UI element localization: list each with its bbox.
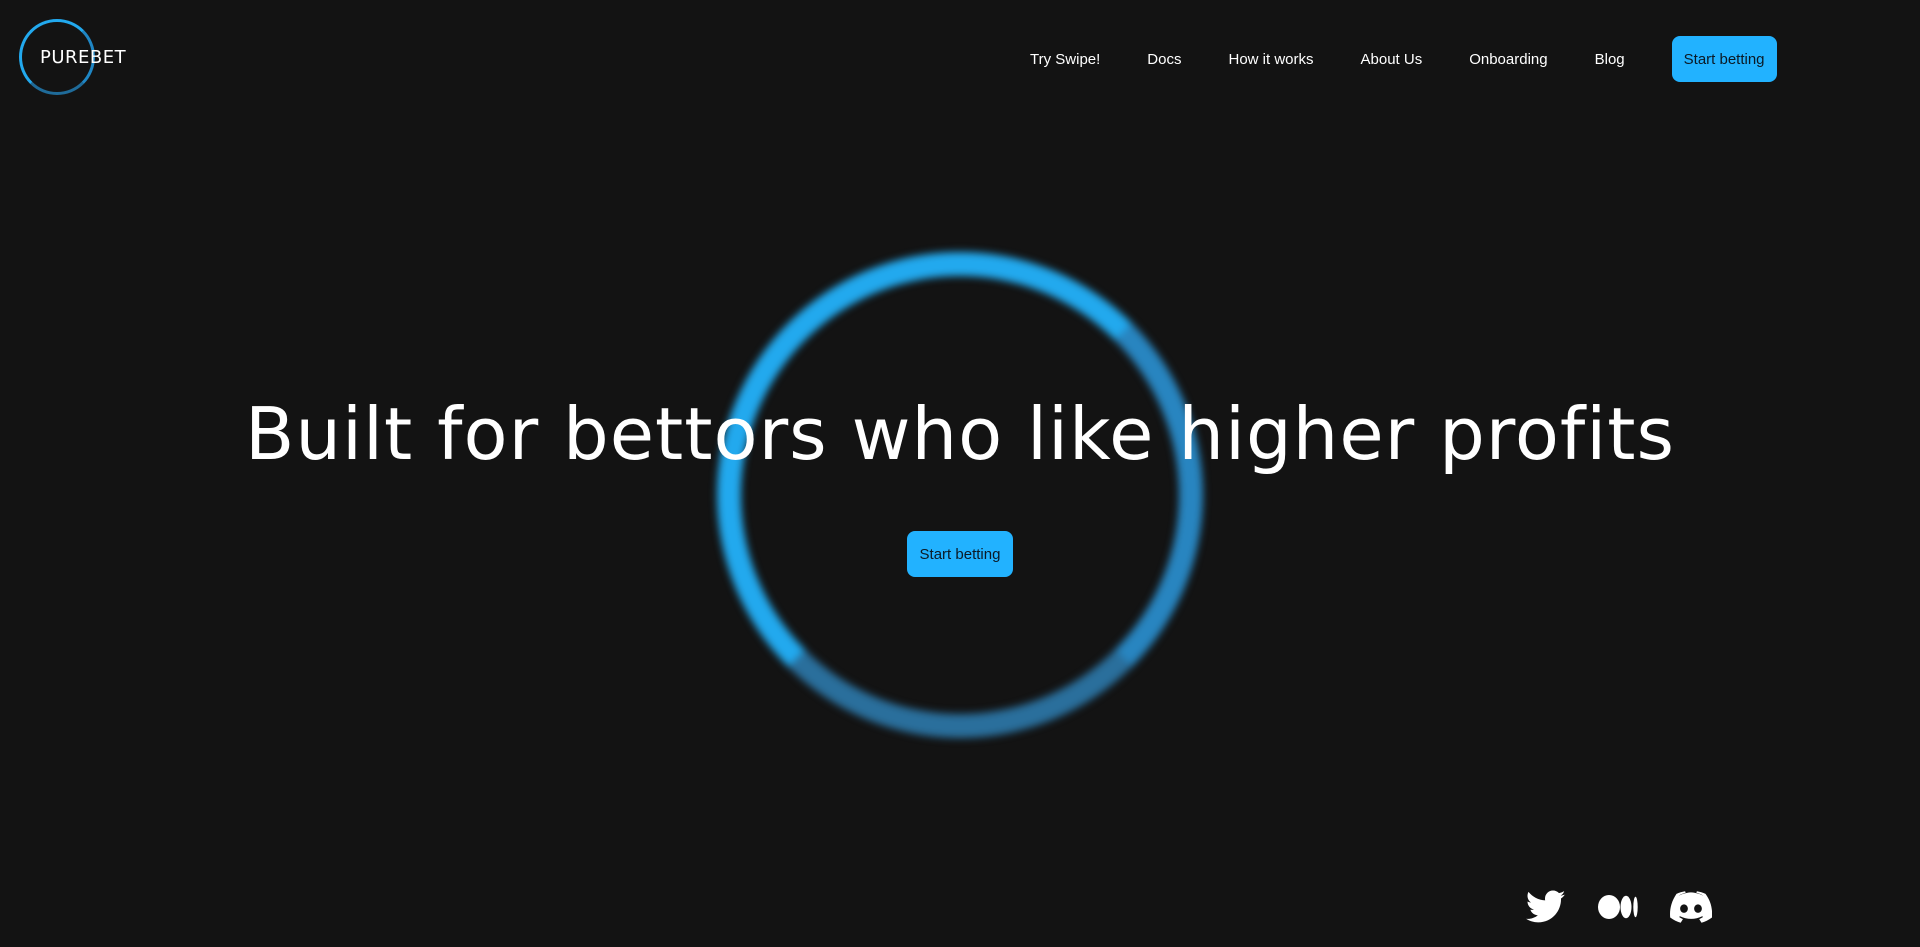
- landing-page: PUREBET Try Swipe! Docs How it works Abo…: [0, 0, 1920, 947]
- nav-link-docs[interactable]: Docs: [1147, 51, 1181, 68]
- nav-link-about-us[interactable]: About Us: [1361, 51, 1423, 68]
- main-nav: Try Swipe! Docs How it works About Us On…: [1030, 36, 1777, 82]
- hero-title: Built for bettors who like higher profit…: [245, 392, 1675, 476]
- nav-link-blog[interactable]: Blog: [1595, 51, 1625, 68]
- discord-link[interactable]: [1670, 891, 1712, 923]
- logo-text: PUREBET: [40, 47, 127, 68]
- medium-icon: [1598, 895, 1638, 919]
- twitter-link[interactable]: [1526, 890, 1566, 924]
- medium-link[interactable]: [1598, 895, 1638, 919]
- discord-icon: [1670, 891, 1712, 923]
- nav-link-onboarding[interactable]: Onboarding: [1469, 51, 1547, 68]
- twitter-icon: [1526, 890, 1566, 923]
- social-links: [1526, 890, 1744, 924]
- nav-link-how-it-works[interactable]: How it works: [1228, 51, 1313, 68]
- nav-link-try-swipe[interactable]: Try Swipe!: [1030, 51, 1100, 68]
- hero-glow-ring: [717, 252, 1203, 738]
- start-betting-hero-button[interactable]: Start betting: [907, 531, 1013, 577]
- logo-link[interactable]: PUREBET: [19, 19, 126, 99]
- start-betting-nav-button[interactable]: Start betting: [1671, 36, 1777, 82]
